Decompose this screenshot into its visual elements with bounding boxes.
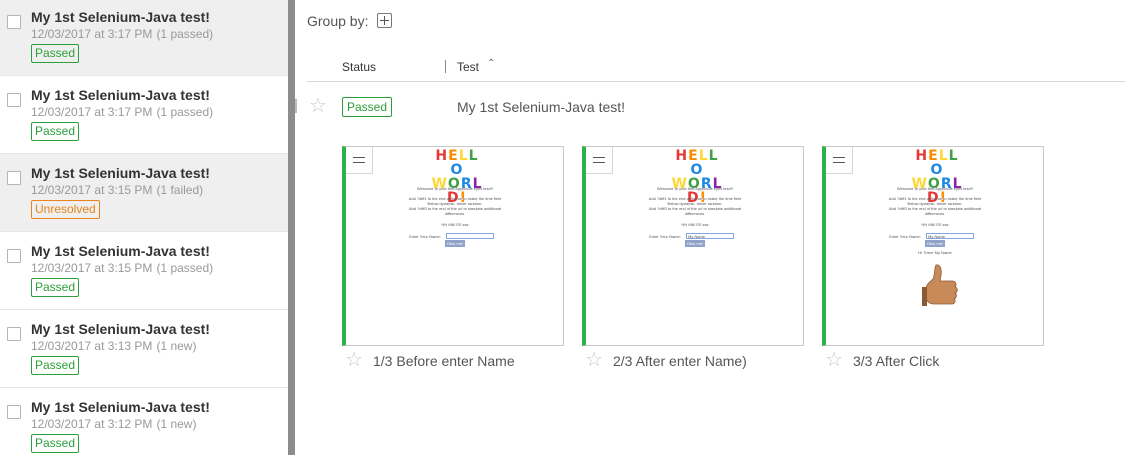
batch-checkbox[interactable] xyxy=(7,93,21,107)
star-icon[interactable]: ☆ xyxy=(585,350,603,370)
snapshot-button-label: Click me! xyxy=(926,241,944,246)
batch-list-item[interactable]: My 1st Selenium-Java test! 12/03/2017 at … xyxy=(0,154,288,232)
column-separator xyxy=(445,60,446,73)
batch-result-count: (1 new) xyxy=(156,417,197,431)
batch-checkbox[interactable] xyxy=(7,171,21,185)
step-label[interactable]: 2/3 After enter Name) xyxy=(613,353,747,369)
group-by-add-icon[interactable] xyxy=(377,13,392,28)
batch-result-count: (1 passed) xyxy=(156,261,214,275)
batch-list: My 1st Selenium-Java test! 12/03/2017 at … xyxy=(0,0,288,455)
snapshot-button-label: Click me! xyxy=(686,241,704,246)
batch-result-count: (1 passed) xyxy=(156,27,214,41)
batch-name: My 1st Selenium-Java test! xyxy=(31,243,210,259)
batch-name: My 1st Selenium-Java test! xyxy=(31,399,210,415)
snapshot-name-input: My Name xyxy=(926,233,974,239)
step-label[interactable]: 1/3 Before enter Name xyxy=(373,353,515,369)
snapshot-input-value: My Name xyxy=(688,234,706,239)
batch-checkbox[interactable] xyxy=(7,249,21,263)
batch-list-item[interactable]: My 1st Selenium-Java test! 12/03/2017 at … xyxy=(0,0,288,76)
batch-meta: 12/03/2017 at 3:15 PM (1 passed) xyxy=(31,261,213,275)
batch-meta: 12/03/2017 at 3:15 PM (1 failed) xyxy=(31,183,203,197)
menu-icon[interactable] xyxy=(586,147,613,174)
batch-result-count: (1 new) xyxy=(156,339,197,353)
step-label[interactable]: 3/3 After Click xyxy=(853,353,939,369)
panel-divider[interactable] xyxy=(288,0,295,455)
snapshot-line: differences. xyxy=(684,211,706,216)
batch-name: My 1st Selenium-Java test! xyxy=(31,165,210,181)
star-icon[interactable]: ☆ xyxy=(345,350,363,370)
batch-meta: 12/03/2017 at 3:17 PM (1 passed) xyxy=(31,105,213,119)
batch-status-badge: Passed xyxy=(31,356,80,375)
batch-date: 12/03/2017 at 3:15 PM xyxy=(31,183,153,197)
star-icon[interactable]: ☆ xyxy=(309,96,327,116)
batch-checkbox[interactable] xyxy=(7,15,21,29)
batch-list-item[interactable]: My 1st Selenium-Java test! 12/03/2017 at … xyxy=(0,76,288,154)
test-status-badge: Passed xyxy=(342,97,393,117)
main-panel: Group by: Status Test ⌃ ☆ Passed My 1st … xyxy=(295,0,1125,455)
snapshot-name-input: My Name xyxy=(686,233,734,239)
snapshot-click-button: Click me! xyxy=(925,240,945,247)
snapshot-button-label: Click me! xyxy=(446,241,464,246)
snapshot-input-label: Enter Your Name: xyxy=(649,234,681,239)
snapshot-time: HH MM SS sss xyxy=(441,222,469,227)
batch-list-item[interactable]: My 1st Selenium-Java test! 12/03/2017 at … xyxy=(0,310,288,388)
batch-meta: 12/03/2017 at 3:13 PM (1 new) xyxy=(31,339,196,353)
thumbs-up-image xyxy=(922,264,958,306)
batch-date: 12/03/2017 at 3:15 PM xyxy=(31,261,153,275)
batch-list-item[interactable]: My 1st Selenium-Java test! 12/03/2017 at … xyxy=(0,388,288,455)
snapshot-time: HH MM SS sss xyxy=(921,222,949,227)
batch-date: 12/03/2017 at 3:12 PM xyxy=(31,417,153,431)
sort-ascending-icon[interactable]: ⌃ xyxy=(487,58,495,69)
snapshot-welcome: Welcome to your first Applitools eyes te… xyxy=(656,186,734,191)
batch-result-count: (1 failed) xyxy=(156,183,204,197)
batch-list-item[interactable]: My 1st Selenium-Java test! 12/03/2017 at … xyxy=(0,232,288,310)
step-screenshot[interactable]: HELLO WORLD! Welcome to your first Applito… xyxy=(582,146,804,346)
snapshot-welcome: Welcome to your first Applitools eyes te… xyxy=(896,186,974,191)
batch-name: My 1st Selenium-Java test! xyxy=(31,9,210,25)
batch-meta: 12/03/2017 at 3:12 PM (1 new) xyxy=(31,417,196,431)
menu-icon[interactable] xyxy=(826,147,853,174)
batch-result-count: (1 passed) xyxy=(156,105,214,119)
snapshot-greeting: Hi There My Name xyxy=(918,250,952,255)
batch-date: 12/03/2017 at 3:17 PM xyxy=(31,105,153,119)
snapshot-input-label: Enter Your Name: xyxy=(409,234,441,239)
test-name[interactable]: My 1st Selenium-Java test! xyxy=(457,99,625,115)
batch-date: 12/03/2017 at 3:17 PM xyxy=(31,27,153,41)
batch-status-badge: Passed xyxy=(31,44,80,63)
column-header-test[interactable]: Test xyxy=(457,60,479,74)
row-marker xyxy=(295,99,297,113)
batch-status-badge: Unresolved xyxy=(31,200,100,219)
batch-meta: 12/03/2017 at 3:17 PM (1 passed) xyxy=(31,27,213,41)
header-divider xyxy=(307,81,1125,82)
snapshot-welcome: Welcome to your first Applitools eyes te… xyxy=(416,186,494,191)
step-screenshot[interactable]: HELLO WORLD! Welcome to your first Applito… xyxy=(822,146,1044,346)
column-header-status[interactable]: Status xyxy=(342,60,376,74)
batch-status-badge: Passed xyxy=(31,278,80,297)
snapshot-name-input xyxy=(446,233,494,239)
batch-date: 12/03/2017 at 3:13 PM xyxy=(31,339,153,353)
group-by-label: Group by: xyxy=(307,13,369,29)
snapshot-input-label: Enter Your Name: xyxy=(889,234,921,239)
snapshot-line: differences. xyxy=(444,211,466,216)
snapshot-click-button: Click me! xyxy=(685,240,705,247)
snapshot-click-button: Click me! xyxy=(445,240,465,247)
batch-status-badge: Passed xyxy=(31,434,80,453)
batch-checkbox[interactable] xyxy=(7,405,21,419)
menu-icon[interactable] xyxy=(346,147,373,174)
step-screenshot[interactable]: HELLO WORLD! Welcome to your first Applito… xyxy=(342,146,564,346)
batch-checkbox[interactable] xyxy=(7,327,21,341)
star-icon[interactable]: ☆ xyxy=(825,350,843,370)
snapshot-line: differences. xyxy=(924,211,946,216)
batch-status-badge: Passed xyxy=(31,122,80,141)
snapshot-input-value: My Name xyxy=(928,234,946,239)
batch-name: My 1st Selenium-Java test! xyxy=(31,321,210,337)
batch-name: My 1st Selenium-Java test! xyxy=(31,87,210,103)
snapshot-time: HH MM SS sss xyxy=(681,222,709,227)
